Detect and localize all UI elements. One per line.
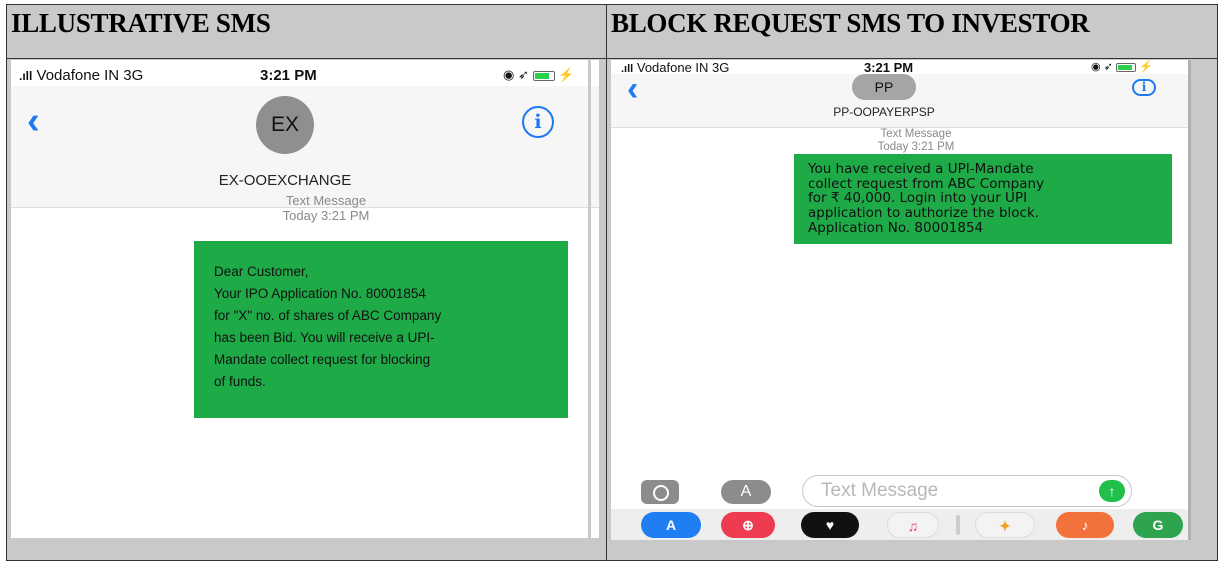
music-app-icon[interactable]: ♪: [1056, 512, 1114, 538]
table-divider-vertical: [606, 4, 607, 561]
message-line: for "X" no. of shares of ABC Company: [214, 308, 442, 323]
message-line: for ₹ 40,000. Login into your UPI: [808, 190, 1028, 207]
message-timestamp: Text Message Today 3:21 PM: [181, 193, 471, 224]
location-icon: ➶: [1103, 61, 1113, 73]
camera-icon[interactable]: [641, 480, 679, 504]
app-store-icon[interactable]: A: [721, 480, 771, 504]
message-line: Dear Customer,: [214, 264, 309, 279]
status-time: 3:21 PM: [260, 67, 317, 84]
app-store-icon[interactable]: A: [641, 512, 701, 538]
message-line: You have received a UPI-Mandate: [808, 161, 1034, 177]
message-line: of funds.: [214, 374, 266, 389]
message-line: application to authorize the block.: [808, 205, 1040, 222]
dock-separator: [956, 515, 960, 535]
message-time-label: Today 3:21 PM: [877, 141, 955, 154]
heart-icon[interactable]: ♥: [801, 512, 859, 538]
app-drawer: A ⊕ ♥ ♫ ✦ ♪ G: [611, 509, 1191, 540]
music-icon[interactable]: ♫: [887, 512, 939, 538]
message-type-label: Text Message: [880, 128, 952, 140]
charging-icon: ⚡: [1139, 61, 1153, 73]
table-divider-horizontal: [6, 58, 1218, 59]
screenshot-edge: [1188, 60, 1191, 540]
message-line: Mandate collect request for blocking: [214, 352, 431, 367]
carrier-label: Vodafone IN 3G: [36, 67, 144, 84]
sender-name[interactable]: EX-OOEXCHANGE: [191, 172, 379, 189]
charging-icon: ⚡: [558, 67, 575, 82]
send-arrow-icon[interactable]: ↑: [1099, 480, 1125, 502]
message-line: has been Bid. You will receive a UPI-: [214, 330, 435, 345]
status-bar: .ıll Vodafone IN 3G 3:21 PM ◉ ➶ ⚡: [11, 60, 599, 86]
info-icon[interactable]: i: [1132, 79, 1156, 96]
avatar[interactable]: PP: [852, 74, 916, 100]
message-type-label: Text Message: [285, 193, 367, 208]
battery-icon: [1115, 62, 1136, 72]
message-line: collect request from ABC Company: [808, 175, 1045, 192]
phone-screenshot-block-request: .ıll Vodafone IN 3G 3:21 PM ◉ ➶ ⚡ ‹ PP P…: [611, 60, 1191, 540]
message-bubble[interactable]: You have received a UPI-Mandate collect …: [794, 154, 1172, 244]
photos-icon[interactable]: ✦: [975, 512, 1035, 538]
battery-icon: [532, 70, 555, 81]
google-icon[interactable]: G: [1133, 512, 1183, 538]
message-input[interactable]: Text Message: [802, 475, 1132, 507]
left-column-title: ILLUSTRATIVE SMS: [11, 8, 271, 38]
signal-icon: .ıll: [19, 69, 33, 83]
search-web-icon[interactable]: ⊕: [721, 512, 775, 538]
screenshot-edge: [588, 60, 591, 538]
message-timestamp: Text Message Today 3:21 PM: [801, 128, 1031, 154]
message-composer: A Text Message ↑: [611, 475, 1191, 509]
phone-screenshot-illustrative: .ıll Vodafone IN 3G 3:21 PM ◉ ➶ ⚡ ‹ EX E…: [11, 60, 599, 538]
right-column-title: BLOCK REQUEST SMS TO INVESTOR: [611, 8, 1090, 38]
back-chevron-icon[interactable]: ‹: [27, 100, 40, 143]
conversation-header: ‹ PP PP-OOPAYERPSP i: [611, 70, 1191, 128]
location-icon: ➶: [517, 67, 529, 82]
info-icon[interactable]: i: [522, 106, 554, 138]
message-time-label: Today 3:21 PM: [282, 207, 370, 223]
carrier-label: Vodafone IN 3G: [636, 60, 730, 75]
alarm-icon: ◉: [503, 67, 515, 82]
conversation-header: ‹ EX EX-OOEXCHANGE i: [11, 86, 599, 208]
back-chevron-icon[interactable]: ‹: [627, 70, 638, 109]
sender-name[interactable]: PP-OOPAYERPSP: [786, 105, 982, 119]
message-line: Your IPO Application No. 80001854: [214, 286, 426, 301]
message-line: Application No. 80001854: [808, 219, 984, 236]
avatar[interactable]: EX: [256, 96, 314, 154]
message-bubble[interactable]: Dear Customer, Your IPO Application No. …: [194, 241, 568, 418]
status-time: 3:21 PM: [864, 60, 914, 75]
alarm-icon: ◉: [1091, 61, 1101, 73]
